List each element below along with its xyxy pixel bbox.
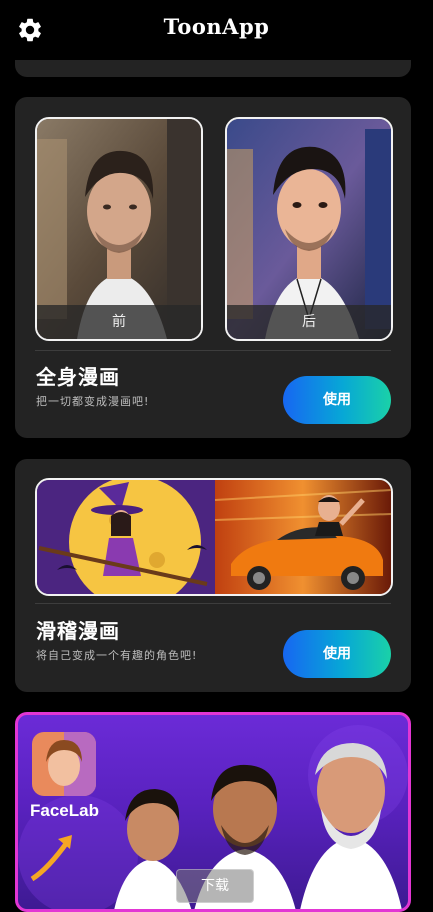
full-body-cartoon-card[interactable]: 前 后 全身漫画 把一切都变成漫画吧! 使用	[15, 97, 411, 438]
facelab-ad-banner[interactable]: FaceLab 下载	[15, 712, 411, 912]
before-label: 前	[37, 305, 201, 339]
facelab-brand-label: FaceLab	[30, 801, 99, 820]
card-title: 全身漫画	[36, 365, 120, 389]
funny-cartoon-banner	[35, 478, 393, 596]
card-divider	[35, 350, 391, 351]
download-button[interactable]: 下载	[176, 869, 254, 903]
card-title: 滑稽漫画	[36, 619, 120, 643]
card-description: 把一切都变成漫画吧!	[36, 395, 150, 408]
after-label: 后	[227, 305, 391, 339]
card-divider	[35, 603, 391, 604]
previous-card-edge	[15, 60, 411, 77]
before-photo: 前	[35, 117, 203, 341]
use-button[interactable]: 使用	[283, 630, 391, 678]
app-title: ToonApp	[163, 14, 270, 39]
top-bar: ToonApp	[0, 0, 433, 60]
card-description: 将自己变成一个有趣的角色吧!	[36, 649, 198, 662]
cartoon-examples-image	[37, 480, 391, 594]
arrow-icon	[30, 835, 72, 882]
funny-cartoon-card[interactable]: 滑稽漫画 将自己变成一个有趣的角色吧! 使用	[15, 459, 411, 692]
after-photo: 后	[225, 117, 393, 341]
facelab-app-icon	[32, 732, 96, 796]
use-button[interactable]: 使用	[283, 376, 391, 424]
